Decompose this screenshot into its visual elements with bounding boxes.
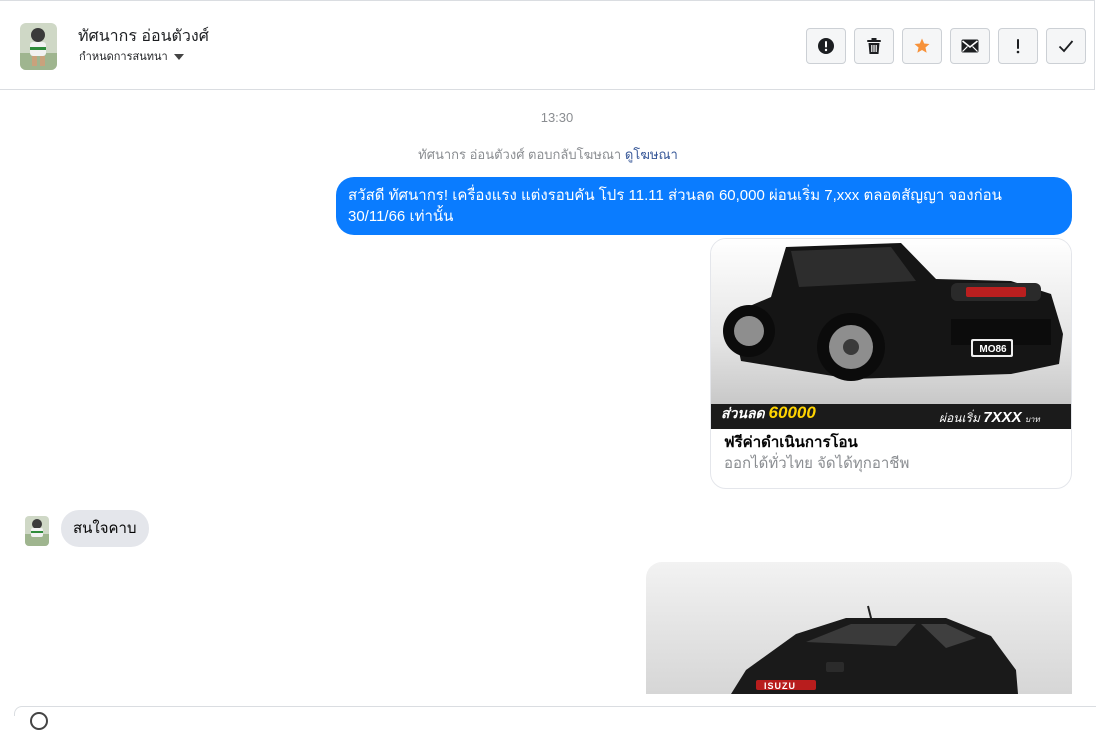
caret-down-icon bbox=[173, 53, 184, 60]
alert-circle-icon bbox=[818, 38, 834, 54]
trash-icon bbox=[867, 38, 881, 54]
conversation-label-dropdown[interactable]: กำหนดการสนทนา bbox=[79, 47, 184, 65]
envelope-icon bbox=[961, 39, 979, 53]
ad-card-subtitle: ออกได้ทั่วไทย จัดได้ทุกอาชีพ bbox=[724, 455, 910, 472]
checkmark-icon bbox=[1058, 40, 1074, 53]
star-icon bbox=[914, 38, 930, 53]
ad-card[interactable]: MO86 ส่วนลด 60000 ผ่อนเริ่ม 7XXX บาท ฟรี… bbox=[710, 238, 1072, 489]
contact-avatar-small[interactable] bbox=[25, 516, 49, 546]
contact-avatar[interactable] bbox=[20, 23, 57, 70]
incoming-message-bubble: สนใจคาบ bbox=[61, 510, 149, 547]
photo-brand-label: ISUZU bbox=[764, 681, 796, 691]
ad-banner-left: ส่วนลด 60000 bbox=[721, 403, 816, 422]
mark-done-button[interactable] bbox=[1046, 28, 1086, 64]
ad-banner-amount: 60000 bbox=[768, 403, 816, 422]
spam-button[interactable] bbox=[806, 28, 846, 64]
ad-reply-text: ทัศนากร อ่อนตัวงศ์ ตอบกลับโฆษณา bbox=[418, 147, 622, 162]
delete-button[interactable] bbox=[854, 28, 894, 64]
composer-icon[interactable] bbox=[30, 712, 48, 730]
ad-plate-text: MO86 bbox=[979, 344, 1007, 355]
star-button[interactable] bbox=[902, 28, 942, 64]
view-ad-link[interactable]: ดูโฆษณา bbox=[625, 147, 678, 162]
plate-text: MO86 bbox=[979, 344, 1007, 355]
contact-name[interactable]: ทัศนากร อ่อนตัวงศ์ bbox=[78, 24, 209, 49]
follow-up-button[interactable] bbox=[998, 28, 1038, 64]
mark-unread-button[interactable] bbox=[950, 28, 990, 64]
exclamation-icon bbox=[1016, 39, 1020, 54]
label-dropdown-text: กำหนดการสนทนา bbox=[79, 51, 168, 63]
message-timestamp: 13:30 bbox=[540, 110, 574, 125]
conversation-header: ทัศนากร อ่อนตัวงศ์ กำหนดการสนทนา bbox=[0, 0, 1095, 90]
ad-banner-right: ผ่อนเริ่ม 7XXX บาท bbox=[939, 409, 1040, 426]
ad-reply-notice: ทัศนากร อ่อนตัวงศ์ ตอบกลับโฆษณา ดูโฆษณา bbox=[0, 144, 1096, 165]
car-photo-message[interactable]: ISUZU bbox=[646, 562, 1072, 694]
ad-car-image bbox=[711, 239, 1071, 429]
conversation-actions bbox=[806, 28, 1086, 64]
outgoing-message-bubble: สวัสดี ทัศนากร! เครื่องแรง แต่งรอบคัน โป… bbox=[336, 177, 1072, 235]
message-composer[interactable] bbox=[14, 706, 1096, 716]
